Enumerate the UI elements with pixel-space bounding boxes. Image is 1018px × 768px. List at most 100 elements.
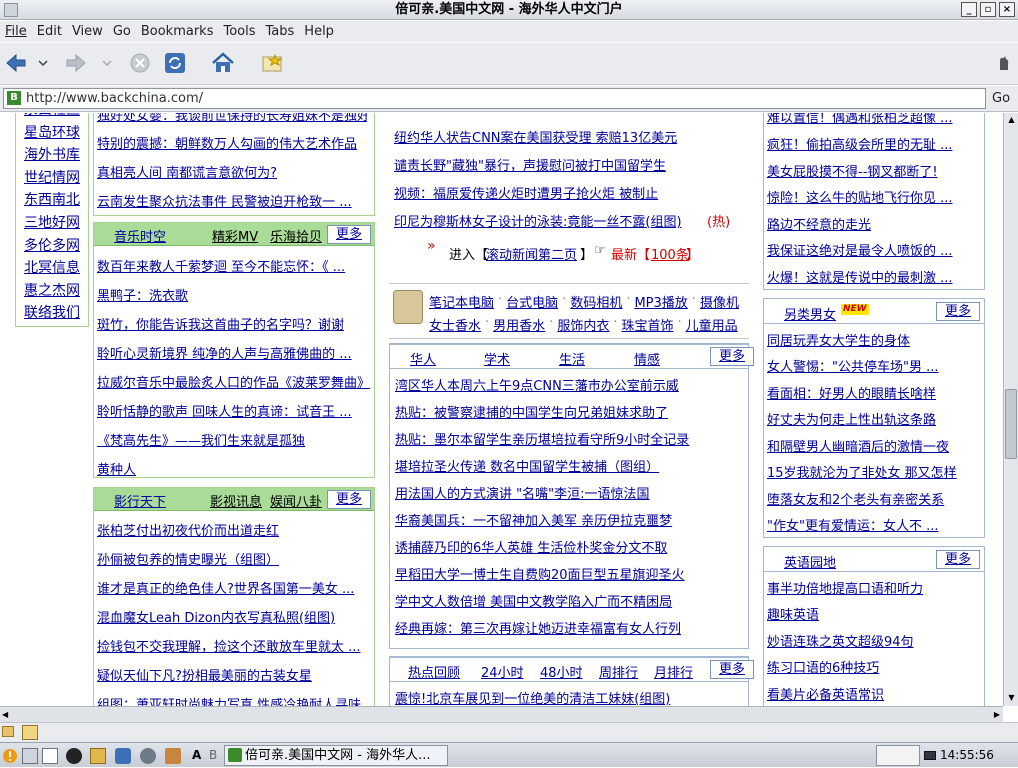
menu-bookmarks[interactable]: Bookmarks bbox=[137, 21, 218, 42]
scroll-thumb[interactable] bbox=[1005, 389, 1017, 459]
menu-tools[interactable]: Tools bbox=[219, 21, 259, 42]
menu-tabs[interactable]: Tabs bbox=[262, 21, 299, 42]
gender-link[interactable]: 堕落女友和2个老头有亲密关系 bbox=[767, 489, 981, 508]
community-link[interactable]: 用法国人的方式演讲 "名嘴"李洹:一语惊法国 bbox=[395, 483, 745, 502]
close-button[interactable]: × bbox=[999, 2, 1015, 17]
shop-link[interactable]: 珠宝首饰 bbox=[621, 315, 673, 334]
music-link[interactable]: 黄种人 bbox=[97, 459, 367, 478]
film-link[interactable]: 捡钱包不交我理解，捡这个还敢放车里就太 ... bbox=[97, 636, 367, 655]
music-link[interactable]: 斑竹，你能告诉我这首曲子的名字吗？谢谢 bbox=[97, 314, 367, 333]
shop-link[interactable]: 男用香水 bbox=[493, 315, 545, 334]
community-link[interactable]: 热贴：墨尔本留学生亲历堪培拉看守所9小时全记录 bbox=[395, 429, 745, 448]
forward-history-dropdown-icon[interactable] bbox=[100, 51, 114, 75]
news-link[interactable]: 真相亮人间 南都谎言意欲何为? bbox=[97, 162, 367, 181]
music-link[interactable]: 拉威尔音乐中最脍炙人口的作品《波莱罗舞曲》 bbox=[97, 372, 371, 391]
reload-icon[interactable] bbox=[163, 51, 187, 75]
music-more-button[interactable]: 更多 bbox=[327, 225, 371, 244]
url-text[interactable]: http://www.backchina.com/ bbox=[26, 89, 203, 108]
news-link[interactable]: 独好处女婴：我谈前世保持的长寿姐妹不是独好... bbox=[97, 113, 367, 124]
side-link[interactable]: 火爆！这就是传说中的最刺激 ... bbox=[767, 267, 981, 286]
film-link[interactable]: 谁才是真正的绝色佳人?世界各国第一美女 ... bbox=[97, 578, 367, 597]
news-link[interactable]: 视频：福原爱传递火炬时遭男子抢火炬 被制止 bbox=[394, 183, 749, 202]
tab-weekly[interactable]: 周排行 bbox=[599, 662, 638, 681]
vertical-scrollbar[interactable]: ▲ ▼ bbox=[1003, 113, 1018, 706]
english-link[interactable]: 趣味英语 bbox=[767, 604, 981, 623]
news-link[interactable]: 谴责长野"藏独"暴行，声援慰问被打中国留学生 bbox=[394, 155, 749, 174]
settings-gear-icon[interactable] bbox=[140, 748, 156, 764]
english-link[interactable]: 练习口语的6种技巧 bbox=[767, 657, 981, 676]
forward-icon[interactable] bbox=[64, 51, 88, 75]
home-icon[interactable] bbox=[210, 51, 236, 75]
nav-link[interactable]: 星岛环球 bbox=[16, 122, 88, 145]
music-title[interactable]: 音乐时空 bbox=[114, 226, 166, 245]
folder-taskbar-icon[interactable] bbox=[90, 748, 106, 764]
music-link[interactable]: 黑鸭子：洗衣歌 bbox=[97, 285, 367, 304]
news-link[interactable]: 纽约华人状告CNN案在美国获受理 索赔13亿美元 bbox=[394, 127, 749, 146]
scroll-up-icon[interactable]: ▲ bbox=[1005, 113, 1018, 126]
files-icon[interactable] bbox=[42, 748, 58, 764]
nav-link[interactable]: 北冥信息 bbox=[16, 257, 88, 280]
tab-monthly[interactable]: 月排行 bbox=[654, 662, 693, 681]
community-link[interactable]: 早稻田大学一博士生自费购20面巨型五星旗迎圣火 bbox=[395, 564, 745, 583]
film-link[interactable]: 疑似天仙下凡?扮相最美丽的古装女星 bbox=[97, 665, 367, 684]
nav-link[interactable]: 惠之杰网 bbox=[16, 280, 88, 303]
shop-link[interactable]: 服饰内衣 bbox=[557, 315, 609, 334]
gender-link[interactable]: 好丈夫为何走上性出轨这条路 bbox=[767, 409, 981, 428]
stop-icon[interactable] bbox=[128, 51, 152, 75]
gender-link[interactable]: 和隔壁男人幽暗酒后的激情一夜 bbox=[767, 436, 981, 455]
nav-link[interactable]: 三地好网 bbox=[16, 212, 88, 235]
film-link[interactable]: 混血魔女Leah Dizon内衣写真私照(组图) bbox=[97, 607, 367, 626]
gender-link[interactable]: "作女"更有爱情运：女人不 ... bbox=[767, 515, 981, 534]
scroll-down-icon[interactable]: ▼ bbox=[1005, 691, 1018, 704]
media-icon[interactable] bbox=[66, 748, 82, 764]
side-link[interactable]: 疯狂！偷拍高级会所里的无耻 ... bbox=[767, 134, 981, 153]
chinese-more-button[interactable]: 更多 bbox=[710, 347, 754, 366]
shop-link[interactable]: 台式电脑 bbox=[506, 292, 558, 311]
music-link[interactable]: 《梵高先生》——我们生来就是孤独 bbox=[97, 430, 367, 449]
english-link[interactable]: 妙语连珠之英文超级94句 bbox=[767, 631, 981, 650]
back-history-dropdown-icon[interactable] bbox=[36, 51, 50, 75]
shop-link[interactable]: 笔记本电脑 bbox=[429, 292, 494, 311]
side-link[interactable]: 美女屁股摸不得--钢叉都断了! bbox=[767, 161, 981, 180]
gender-link[interactable]: 15岁我就沦为了非处女 那又怎样 bbox=[767, 462, 981, 481]
english-link[interactable]: 事半功倍地提高口语和听力 bbox=[767, 578, 981, 597]
news-link[interactable]: 特别的震撼：朝鲜数万人勾画的伟大艺术作品 bbox=[97, 133, 367, 152]
music-link[interactable]: 聆听恬静的歌声 回味人生的真谛：试音王 ... bbox=[97, 401, 367, 420]
gender-more-button[interactable]: 更多 bbox=[936, 302, 980, 321]
shop-link[interactable]: 摄像机 bbox=[700, 292, 739, 311]
community-link[interactable]: 诱捕薛乃印的6华人英雄 生活俭朴奖金分文不取 bbox=[395, 537, 745, 556]
community-link[interactable]: 湾区华人本周六上午9点CNN三藩市办公室前示威 bbox=[395, 375, 745, 394]
hot-link[interactable]: 震惊!北京车展见到一位绝美的清洁工妹妹(组图) bbox=[395, 688, 745, 706]
community-link[interactable]: 华裔美国兵：一不留神加入美军 亲历伊拉克噩梦 bbox=[395, 510, 745, 529]
side-link[interactable]: 路边不经意的走光 bbox=[767, 214, 981, 233]
tab-huaren[interactable]: 华人 bbox=[410, 349, 436, 368]
film-title[interactable]: 影行天下 bbox=[114, 491, 166, 510]
menu-view[interactable]: View bbox=[68, 21, 107, 42]
shop-link[interactable]: 儿童用品 bbox=[686, 315, 738, 334]
tab-xueshu[interactable]: 学术 bbox=[484, 349, 510, 368]
music-sub-collection[interactable]: 乐海拾贝 bbox=[270, 226, 322, 245]
nav-link[interactable]: 联络我们 bbox=[16, 302, 88, 325]
tab-qinggan[interactable]: 情感 bbox=[634, 349, 660, 368]
shop-link[interactable]: 女士香水 bbox=[429, 315, 481, 334]
hot-more-button[interactable]: 更多 bbox=[710, 660, 754, 679]
back-icon[interactable] bbox=[4, 51, 28, 75]
browser-icon[interactable] bbox=[115, 748, 131, 764]
community-link[interactable]: 经典再嫁：第三次再嫁让她迈进幸福富有女人行列 bbox=[395, 618, 745, 637]
latest-100-link[interactable]: 100条 bbox=[651, 244, 689, 263]
film-link[interactable]: 组图：萧亚轩时尚魅力写真 性感冷艳耐人寻味 bbox=[97, 694, 367, 706]
keyboard-layout-b[interactable]: B bbox=[209, 748, 217, 762]
clock[interactable]: 14:55:56 bbox=[940, 746, 994, 765]
menu-go[interactable]: Go bbox=[109, 21, 135, 42]
english-title[interactable]: 英语园地 bbox=[784, 552, 836, 571]
nav-link[interactable]: 海外书库 bbox=[16, 144, 88, 167]
shop-link[interactable]: MP3播放 bbox=[634, 292, 687, 311]
news-link[interactable]: 印尼为穆斯林女子设计的泳装:竟能一丝不露(组图) bbox=[394, 211, 704, 230]
horizontal-scrollbar[interactable]: ◀ ▶ bbox=[0, 706, 1003, 722]
shop-mascot-image[interactable] bbox=[393, 290, 423, 324]
nav-link[interactable]: 多伦多网 bbox=[16, 235, 88, 258]
side-link[interactable]: 难以置信！偶遇和张柏芝超像 ... bbox=[767, 113, 981, 126]
folder-icon[interactable] bbox=[2, 726, 14, 737]
music-link[interactable]: 聆听心灵新境界 纯净的人声与高雅佛曲的 ... bbox=[97, 343, 367, 362]
scroll-right-icon[interactable]: ▶ bbox=[994, 708, 1000, 721]
